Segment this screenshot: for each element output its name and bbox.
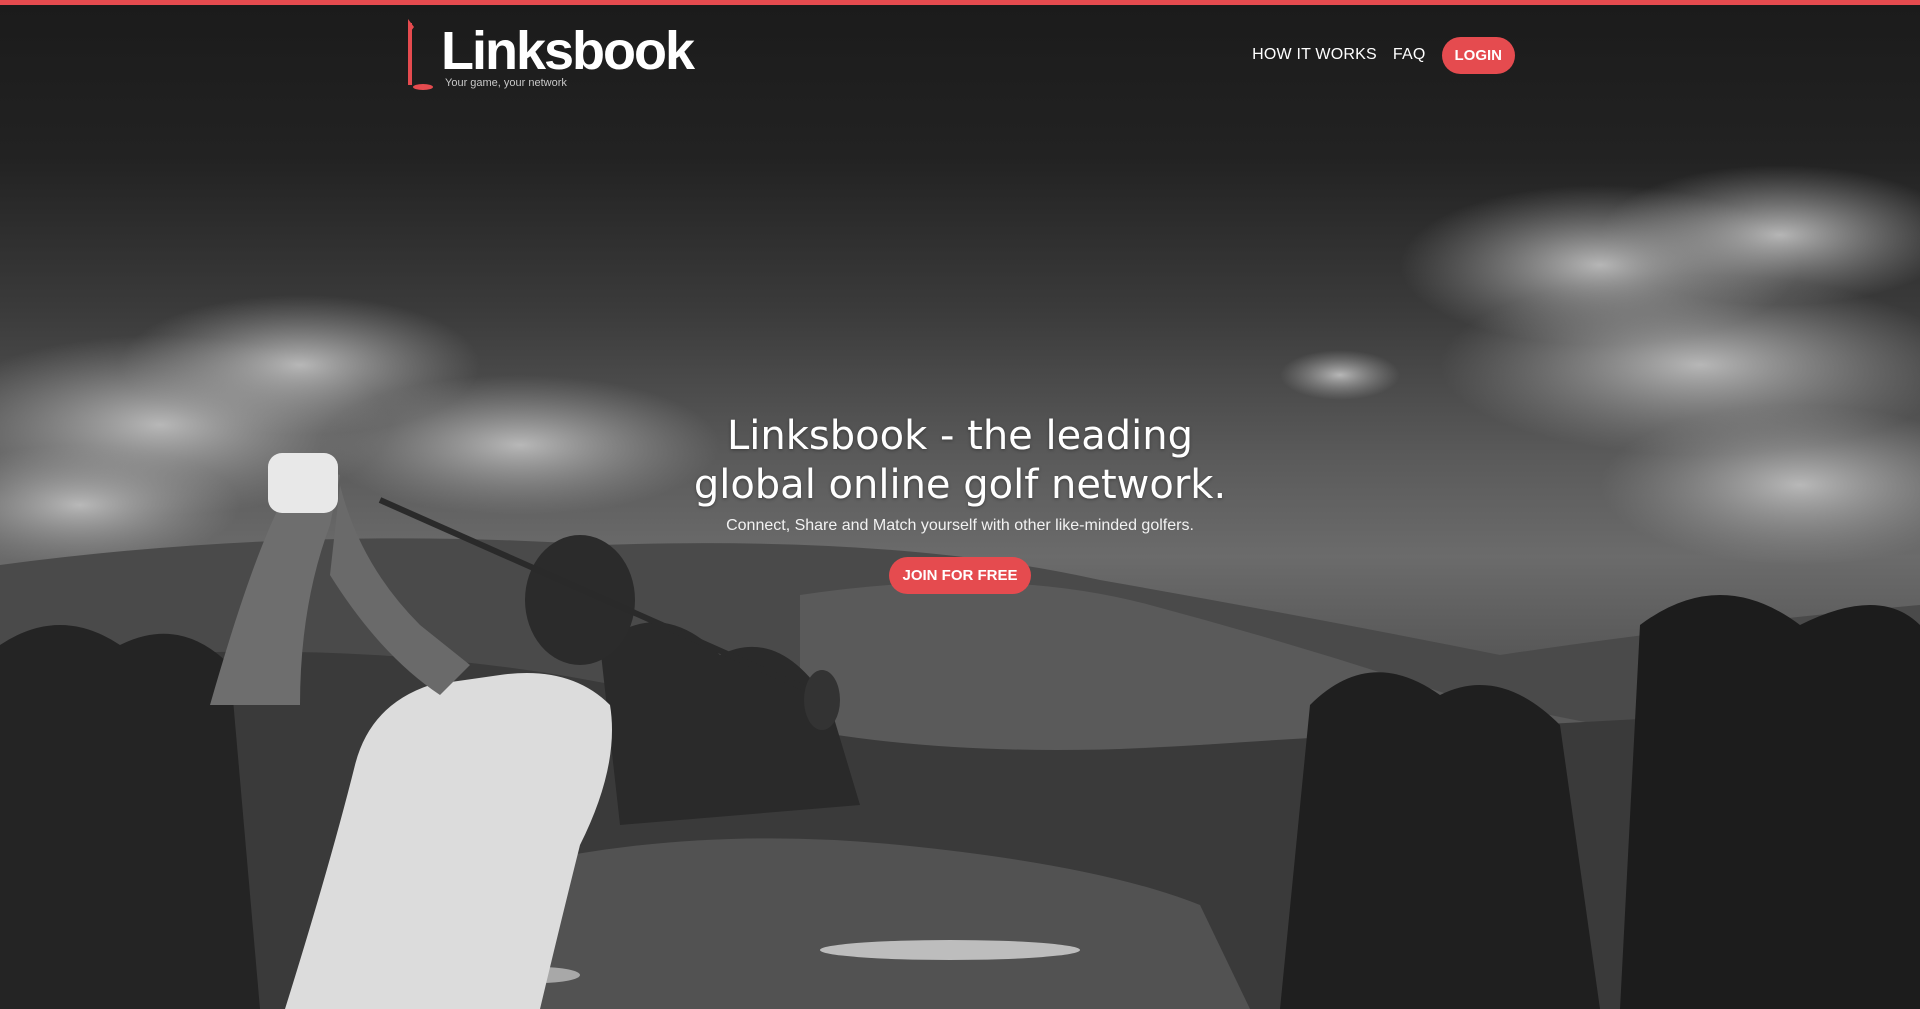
hero-title-line-1: Linksbook - the leading — [727, 413, 1193, 459]
hero-title: Linksbook - the leading global online go… — [660, 412, 1260, 510]
hero-title-line-2: global online golf network. — [693, 462, 1227, 508]
nav-menu: HOW IT WORKS FAQ LOGIN — [1252, 35, 1515, 75]
hero-content: Linksbook - the leading global online go… — [660, 412, 1260, 594]
brand-tagline: Your game, your network — [445, 77, 567, 89]
site-logo[interactable]: Linksbook Your game, your network — [403, 19, 695, 95]
hero-subtitle: Connect, Share and Match yourself with o… — [726, 517, 1194, 534]
brand-name: Linksbook — [441, 21, 695, 81]
login-button[interactable]: LOGIN — [1441, 36, 1515, 74]
nav-link-how-it-works[interactable]: HOW IT WORKS — [1252, 46, 1377, 64]
join-for-free-button[interactable]: JOIN FOR FREE — [889, 557, 1031, 594]
golf-flag-icon — [408, 19, 433, 90]
navbar: Linksbook Your game, your network HOW IT… — [0, 5, 1920, 105]
nav-link-faq[interactable]: FAQ — [1393, 46, 1426, 64]
